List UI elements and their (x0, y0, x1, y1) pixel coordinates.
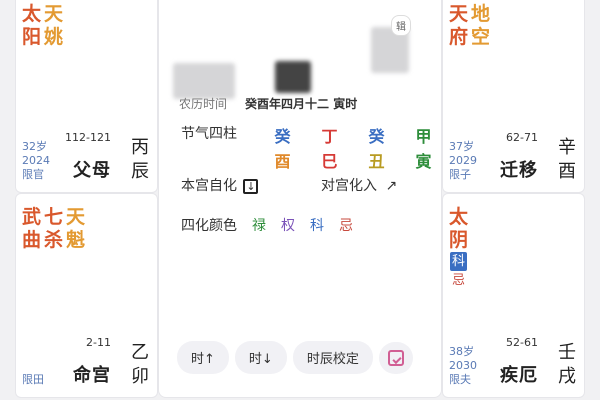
age-text: 38岁 (449, 345, 474, 358)
ganzhi: 辛 酉 (558, 137, 576, 182)
age-info: 32岁 2024 限官 (22, 140, 50, 182)
hour-down-button[interactable]: 时↓ (234, 341, 287, 374)
color-lu[interactable]: 禄 (252, 215, 266, 235)
calibrate-button[interactable]: 时辰校定 (292, 341, 373, 374)
branch-month: 巳 (321, 152, 338, 171)
color-ke[interactable]: 科 (310, 215, 324, 235)
hua-row: 本宫自化 ↓ 对宫化入 ↗ (181, 175, 421, 195)
palace-cell-life[interactable]: 武 曲 七 杀 天 魁 限田 2-11 命宫 乙 卯 (15, 193, 158, 398)
stem-hour: 甲 (415, 127, 432, 146)
year-text: 2029 (449, 154, 477, 167)
star-dikong: 地 空 (471, 3, 491, 48)
star-list: 太 阴 科 忌 (449, 206, 468, 290)
limit-text: 限田 (22, 373, 44, 386)
star-list: 太 阳 天 姚 (22, 3, 63, 49)
stem-year: 癸 (274, 127, 291, 146)
star-taiyang: 太 阳 (22, 3, 42, 48)
center-info-panel: 辑 农历时间 癸酉年四月十二 寅时 节气四柱 癸 丁 癸 甲 酉 巳 丑 寅 本… (158, 0, 442, 398)
limit-text: 限子 (449, 168, 471, 181)
palace-name: 父母 (73, 160, 111, 181)
ganzhi: 丙 辰 (131, 137, 149, 182)
da-xian-range: 112-121 (65, 131, 111, 144)
limit-text: 限官 (22, 168, 44, 181)
hua-colors-row: 四化颜色 禄 权 科 忌 (181, 215, 353, 235)
age-info: 38岁 2030 限夫 (449, 345, 477, 387)
time-control-row: 时↑ 时↓ 时辰校定 (177, 341, 413, 374)
palace-footer: 32岁 2024 限官 112-121 父母 丙 辰 (22, 129, 151, 184)
palace-cell-travel[interactable]: 天 府 地 空 37岁 2029 限子 62-71 迁移 辛 酉 (442, 0, 585, 193)
self-hua-toggle[interactable]: 本宫自化 ↓ (181, 178, 259, 194)
palace-footer: 限田 2-11 命宫 乙 卯 (22, 334, 151, 389)
hua-ke-badge: 科 (450, 252, 468, 271)
branch-year: 酉 (274, 152, 291, 171)
stem-day: 癸 (368, 127, 385, 146)
palace-name: 迁移 (500, 160, 538, 181)
star-tianyao: 天 姚 (44, 3, 64, 48)
calendar-check-button[interactable] (378, 341, 413, 374)
age-info: 限田 (22, 373, 44, 387)
branch-hour: 寅 (415, 152, 432, 171)
age-text: 32岁 (22, 140, 47, 153)
palace-cell-parents[interactable]: 太 阳 天 姚 32岁 2024 限官 112-121 父母 丙 辰 (15, 0, 158, 193)
palace-footer: 38岁 2030 限夫 52-61 疾厄 壬 戌 (449, 334, 578, 389)
colors-label: 四化颜色 (181, 218, 237, 234)
year-text: 2030 (449, 359, 477, 372)
branch-day: 丑 (368, 152, 385, 171)
star-tiankui: 天 魁 (66, 206, 86, 251)
stem-month: 丁 (321, 127, 338, 146)
age-text: 37岁 (449, 140, 474, 153)
palace-name: 命宫 (73, 365, 111, 386)
self-hua-icon: ↓ (243, 178, 259, 194)
limit-text: 限夫 (449, 373, 471, 386)
star-taiyin: 太 阴 科 忌 (449, 206, 469, 288)
palace-cell-health[interactable]: 太 阴 科 忌 38岁 2030 限夫 52-61 疾厄 壬 戌 (442, 193, 585, 398)
arrow-up-right-icon: ↗ (385, 178, 398, 194)
opposite-hua-toggle[interactable]: 对宫化入 ↗ (321, 175, 397, 195)
jieqi-label: 节气四柱 (181, 126, 237, 142)
da-xian-range: 2-11 (86, 336, 111, 349)
color-quan[interactable]: 权 (281, 215, 295, 235)
star-wuqu: 武 曲 (22, 206, 42, 251)
da-xian-range: 52-61 (506, 336, 538, 349)
year-text: 2024 (22, 154, 50, 167)
star-list: 武 曲 七 杀 天 魁 (22, 206, 85, 252)
lunar-label: 农历时间 (179, 97, 228, 111)
stems-row: 癸 丁 癸 甲 (259, 123, 447, 147)
palace-footer: 37岁 2029 限子 62-71 迁移 辛 酉 (449, 129, 578, 184)
hua-ji-badge: 忌 (452, 273, 466, 288)
lunar-value: 癸酉年四月十二 寅时 (245, 97, 358, 111)
branches-row: 酉 巳 丑 寅 (259, 148, 447, 172)
blurred-qr (275, 61, 311, 93)
da-xian-range: 62-71 (506, 131, 538, 144)
star-tianfu: 天 府 (449, 3, 469, 48)
age-info: 37岁 2029 限子 (449, 140, 477, 182)
star-list: 天 府 地 空 (449, 3, 490, 49)
hour-up-button[interactable]: 时↑ (177, 341, 229, 374)
blurred-avatar (173, 63, 235, 99)
calendar-check-icon (387, 349, 404, 366)
palace-name: 疾厄 (500, 365, 538, 386)
edit-button[interactable]: 辑 (391, 15, 411, 36)
ganzhi: 壬 戌 (558, 342, 576, 387)
star-qisha: 七 杀 (44, 206, 64, 251)
lunar-time-row: 农历时间 癸酉年四月十二 寅时 (179, 95, 357, 112)
ganzhi: 乙 卯 (131, 342, 149, 387)
color-ji[interactable]: 忌 (339, 215, 353, 235)
